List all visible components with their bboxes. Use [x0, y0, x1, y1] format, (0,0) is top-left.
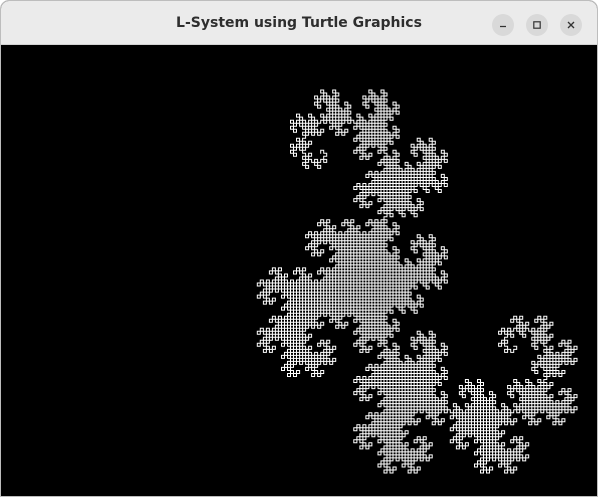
- turtle-canvas[interactable]: [1, 45, 597, 496]
- maximize-icon: [532, 20, 542, 30]
- app-window: L-System using Turtle Graphics: [0, 0, 598, 497]
- maximize-button[interactable]: [526, 14, 548, 36]
- minimize-button[interactable]: [492, 14, 514, 36]
- title-bar[interactable]: L-System using Turtle Graphics: [1, 1, 597, 45]
- close-button[interactable]: [560, 14, 582, 36]
- close-icon: [566, 20, 576, 30]
- minimize-icon: [498, 20, 508, 30]
- dragon-curve-drawing: [1, 45, 597, 496]
